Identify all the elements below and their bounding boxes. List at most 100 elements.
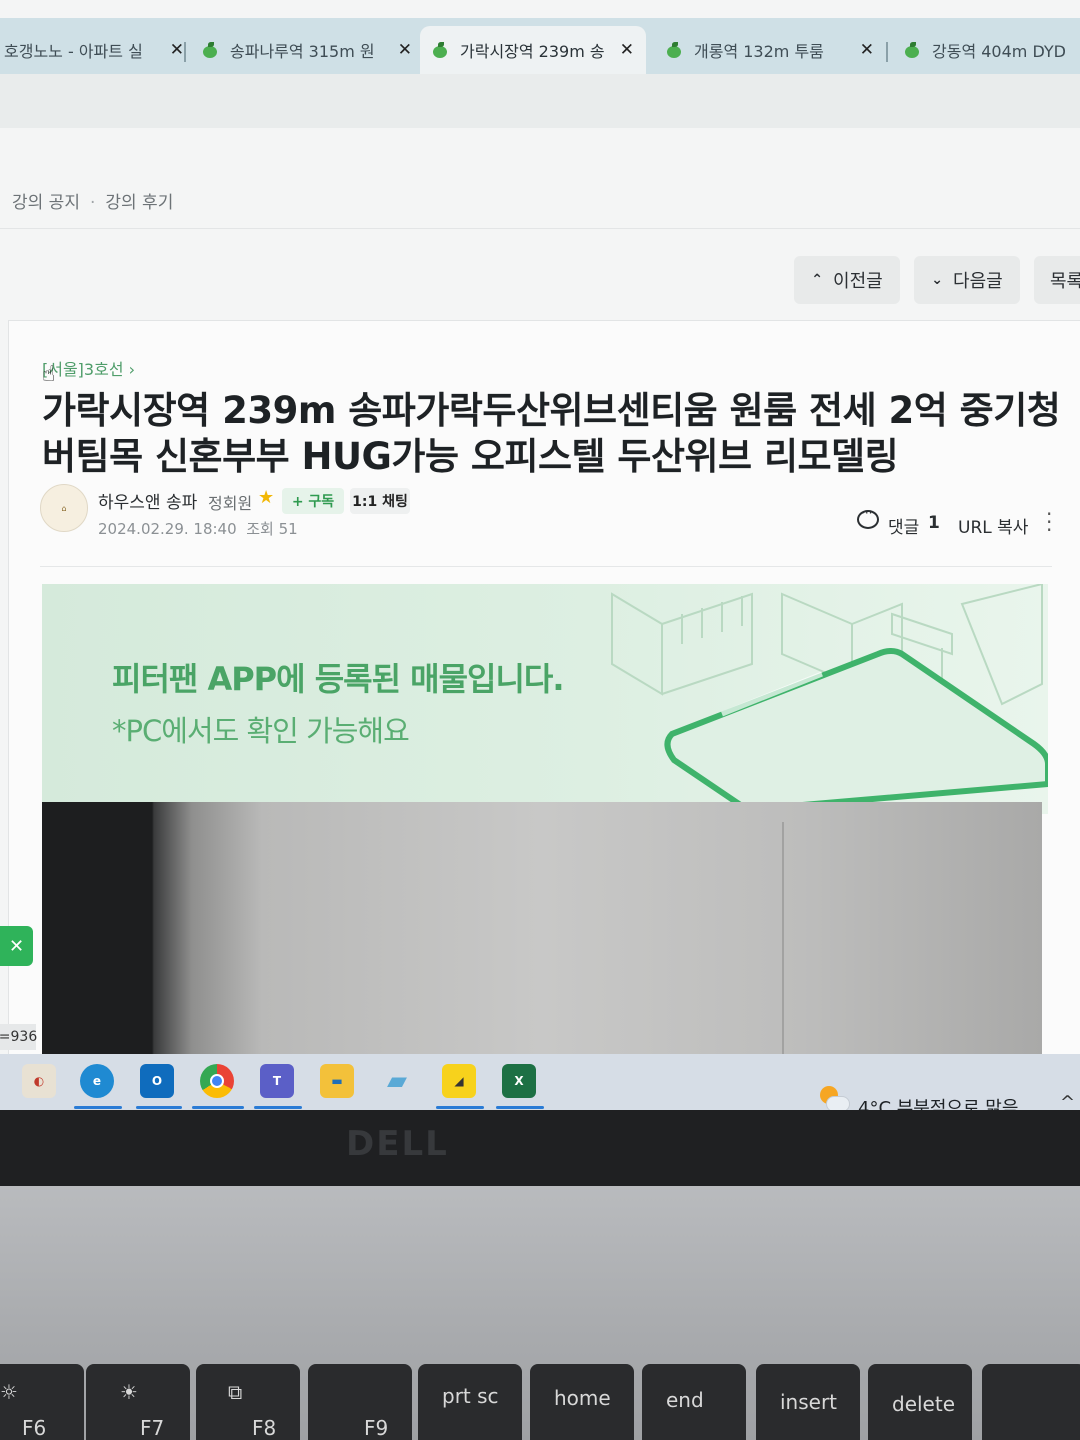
tab-songpanaru[interactable]: 송파나루역 315m 원 ✕	[202, 26, 412, 74]
side-counter: =936	[0, 1024, 37, 1050]
peterpan-favicon-icon	[202, 42, 218, 58]
teams-icon[interactable]: T	[260, 1064, 294, 1098]
tab-close-icon[interactable]: ✕	[860, 40, 874, 60]
divider	[0, 228, 1080, 229]
peterpan-favicon-icon	[432, 42, 448, 58]
key-label: F9	[364, 1416, 389, 1440]
running-indicator	[74, 1106, 122, 1109]
chrome-icon[interactable]	[200, 1064, 234, 1098]
key-label: home	[554, 1386, 611, 1410]
brightness-up-icon: ☀	[120, 1380, 138, 1404]
separator-dot: ·	[89, 193, 96, 213]
key-label: F6	[22, 1416, 47, 1440]
display-switch-icon: ⧉	[228, 1380, 243, 1404]
key-label: end	[666, 1388, 704, 1412]
next-post-button[interactable]: ⌄ 다음글	[914, 256, 1020, 304]
running-indicator	[436, 1106, 484, 1109]
banner-headline: 피터팬 APP에 등록된 매물입니다.	[112, 660, 565, 698]
author-avatar[interactable]: ⌂	[40, 484, 88, 532]
tab-gaerong[interactable]: 개롱역 132m 투룸 ✕	[666, 26, 874, 74]
windows-taskbar: ◐ e O T ▬ ▰ ◢ X 4°C 부분적으로 맑음 ^	[0, 1054, 1080, 1119]
key-f9[interactable]: F9	[308, 1364, 412, 1440]
post-date: 2024.02.29. 18:40	[98, 520, 237, 538]
tab-close-icon[interactable]: ✕	[398, 40, 412, 60]
tab-hogangnono[interactable]: 호갱노노 - 아파트 실 ✕	[4, 26, 184, 74]
banner-subtext: *PC에서도 확인 가능해요	[112, 714, 410, 748]
browser-toolbar	[0, 74, 1080, 128]
running-indicator	[192, 1106, 244, 1109]
author-role: 정회원	[208, 494, 253, 513]
key-delete[interactable]: delete	[868, 1364, 972, 1440]
tab-label: 송파나루역 315m 원	[230, 42, 375, 61]
list-button[interactable]: 목록	[1034, 256, 1080, 304]
tab-label: 가락시장역 239m 송	[460, 42, 605, 61]
running-indicator	[496, 1106, 544, 1109]
key-insert[interactable]: insert	[756, 1364, 860, 1440]
chat-button[interactable]: 1:1 채팅	[350, 488, 410, 514]
tab-label: 개롱역 132m 투룸	[694, 42, 824, 61]
partly-cloudy-icon[interactable]	[818, 1086, 850, 1112]
tab-close-icon[interactable]: ✕	[620, 40, 634, 60]
key-end[interactable]: end	[642, 1364, 746, 1440]
running-indicator	[136, 1106, 182, 1109]
category-link-review[interactable]: 강의 후기	[105, 193, 173, 213]
next-post-label: 다음글	[953, 271, 1003, 292]
post-views: 조회 51	[246, 520, 298, 538]
key-f7[interactable]: ☀ F7	[86, 1364, 190, 1440]
url-copy-button[interactable]: URL 복사	[958, 513, 1028, 538]
edge-icon[interactable]: e	[80, 1064, 114, 1098]
key-label: prt sc	[442, 1384, 499, 1408]
more-options-icon[interactable]: · · ·	[1046, 504, 1052, 540]
tablet-icon[interactable]: ▰	[380, 1064, 414, 1098]
post-category-breadcrumb[interactable]: [서울]3호선 ›	[42, 356, 135, 380]
banner-illustration	[611, 584, 1048, 814]
key-label: F8	[252, 1416, 277, 1440]
post-meta: 2024.02.29. 18:40 조회 51	[98, 518, 298, 539]
excel-icon[interactable]: X	[502, 1064, 536, 1098]
key-f8[interactable]: ⧉ F8	[196, 1364, 300, 1440]
member-star-icon: ★	[258, 487, 275, 508]
category-link-notice[interactable]: 강의 공지	[12, 193, 80, 213]
tab-gangdong[interactable]: 강동역 404m DYD	[904, 26, 1080, 74]
listing-photo[interactable]	[42, 802, 1042, 1092]
chevron-up-icon: ⌃	[811, 272, 824, 288]
subscribe-button[interactable]: + 구독	[282, 488, 344, 514]
key-f6[interactable]: ☼ F6	[0, 1364, 84, 1440]
house-logo-icon: ⌂	[61, 503, 67, 513]
browser-tab-bar: 호갱노노 - 아파트 실 ✕ 송파나루역 315m 원 ✕ 가락시장역 239m…	[0, 18, 1080, 74]
floating-close-button[interactable]: ✕	[0, 926, 33, 966]
list-label: 목록	[1050, 271, 1080, 292]
category-nav: 강의 공지 · 강의 후기	[12, 188, 173, 213]
tab-close-icon[interactable]: ✕	[170, 40, 184, 60]
tab-separator	[184, 42, 186, 62]
tab-label: 호갱노노 - 아파트 실	[4, 42, 143, 61]
key-label: insert	[780, 1390, 838, 1414]
tab-garaksijang[interactable]: 가락시장역 239m 송 ✕	[420, 26, 646, 74]
key-prtsc[interactable]: prt sc	[418, 1364, 522, 1440]
sticky-notes-icon[interactable]: ◢	[442, 1064, 476, 1098]
chevron-down-icon: ⌄	[931, 272, 944, 288]
comment-icon[interactable]	[857, 506, 879, 529]
author-name[interactable]: 하우스앤 송파	[98, 488, 197, 513]
tab-label: 강동역 404m DYD	[932, 42, 1066, 61]
file-explorer-icon[interactable]: ▬	[320, 1064, 354, 1098]
peterpan-app-banner: 피터팬 APP에 등록된 매물입니다. *PC에서도 확인 가능해요	[42, 584, 1048, 814]
brightness-down-icon: ☼	[0, 1380, 18, 1404]
running-indicator	[254, 1106, 302, 1109]
comment-count[interactable]: 1	[928, 513, 940, 533]
peterpan-favicon-icon	[904, 42, 920, 58]
key-extra[interactable]	[982, 1364, 1080, 1440]
divider	[40, 566, 1052, 567]
laptop-bezel	[0, 1110, 1080, 1186]
key-home[interactable]: home	[530, 1364, 634, 1440]
paint-icon[interactable]: ◐	[22, 1064, 56, 1098]
dell-logo: DELL	[346, 1124, 449, 1164]
hand-cursor-icon: ☝	[42, 362, 56, 387]
outlook-icon[interactable]: O	[140, 1064, 174, 1098]
key-label: delete	[892, 1392, 956, 1416]
comment-label[interactable]: 댓글	[888, 513, 919, 538]
screen: 호갱노노 - 아파트 실 ✕ 송파나루역 315m 원 ✕ 가락시장역 239m…	[0, 0, 1080, 1120]
post-title: 가락시장역 239m 송파가락두산위브센티움 원룸 전세 2억 중기청 버팀목 …	[42, 389, 1061, 478]
prev-post-label: 이전글	[833, 271, 883, 292]
prev-post-button[interactable]: ⌃ 이전글	[794, 256, 900, 304]
